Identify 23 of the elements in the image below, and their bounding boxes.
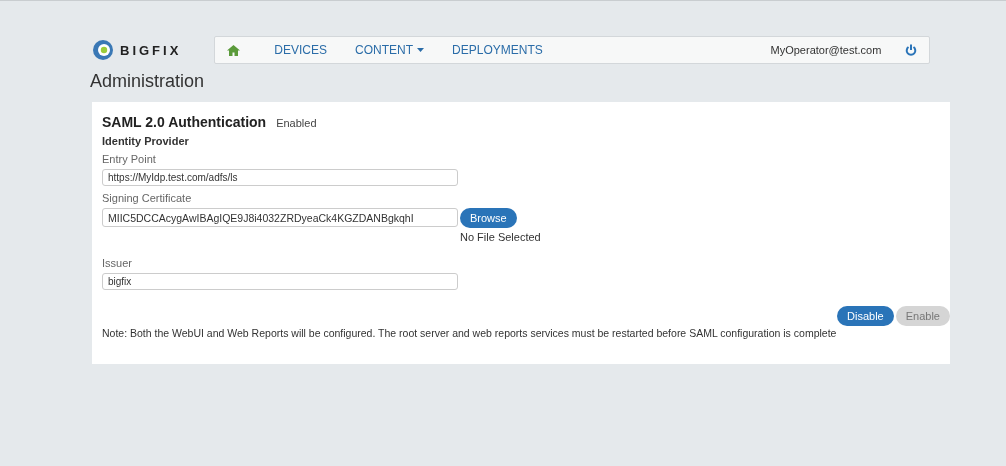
power-icon[interactable]	[905, 44, 918, 56]
note-text: Note: Both the WebUI and Web Reports will be configured. The root server and web reports services must be restarted before SAML configuration is complete	[102, 327, 838, 339]
input-field[interactable]: MIIC5DCCAcygAwIBAgIQE9J8i4032ZRDyeaCk4KGZDANBgkqhI	[102, 208, 458, 227]
nav-link[interactable]: DEPLOYMENTS	[452, 43, 543, 57]
field-label: Issuer	[102, 257, 133, 269]
nav-link[interactable]: DEVICES	[274, 43, 328, 57]
toggle-button[interactable]: Disable	[837, 306, 894, 326]
field-label: Signing Certificate	[102, 192, 193, 204]
caret-icon	[417, 48, 425, 52]
status-label: Enabled	[276, 117, 317, 129]
input-field[interactable]: bigfix	[102, 273, 458, 290]
page-title: Administration	[90, 71, 206, 93]
subsection-title: Identity Provider	[102, 135, 190, 147]
browse-button[interactable]: Browse	[460, 208, 517, 228]
section-title: SAML 2.0 Authentication	[102, 114, 267, 130]
brand-name: BIGFIX	[120, 42, 182, 58]
user-name[interactable]: MyOperator@test.com	[770, 44, 882, 56]
nav-dropdown[interactable]: CONTENT	[355, 43, 425, 57]
logo-icon	[92, 39, 114, 61]
home-icon[interactable]	[227, 44, 241, 56]
field-label: Entry Point	[102, 153, 157, 165]
file-status: No File Selected	[460, 231, 541, 243]
input-field[interactable]: https://MyIdp.test.com/adfs/ls	[102, 169, 458, 186]
